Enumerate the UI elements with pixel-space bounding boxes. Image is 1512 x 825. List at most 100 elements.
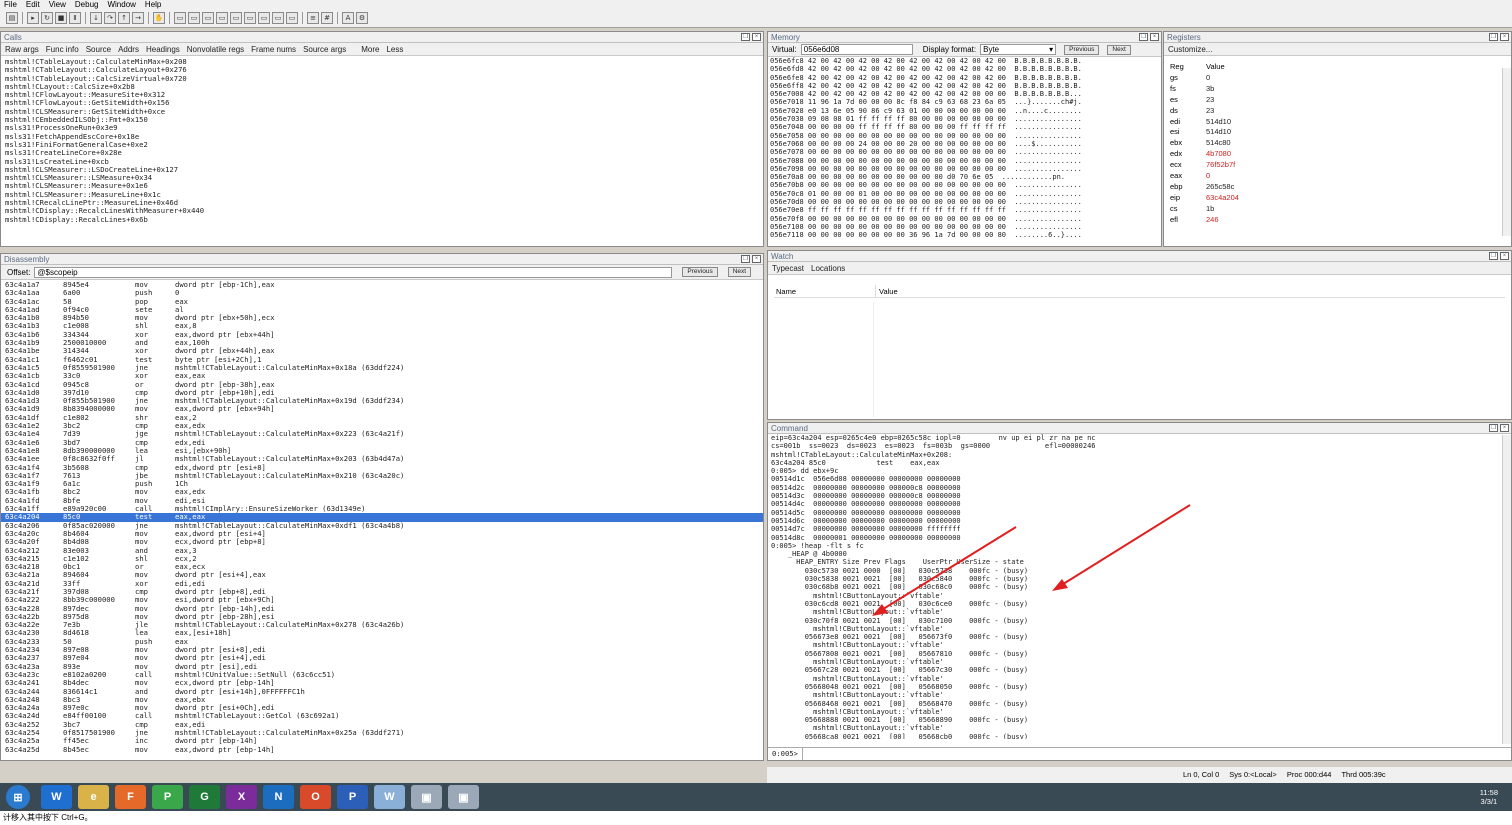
disassembly-row[interactable]: 63c4a24d e84ff00100 call mshtml!CTableLayou…	[1, 712, 763, 721]
disassembly-row[interactable]: 63c4a1cb 33c0 xor eax,eax	[1, 371, 763, 380]
locals-window-icon[interactable]: ▭	[202, 12, 214, 24]
calls-tab-button[interactable]: Source args	[303, 43, 346, 55]
disassembly-row[interactable]: 63c4a228 897dec mov dword ptr [ebp-14h],edi	[1, 604, 763, 613]
taskbar-app-button[interactable]: W	[374, 785, 405, 809]
processes-window-icon[interactable]: ▭	[286, 12, 298, 24]
restore-icon[interactable]: ❐	[741, 33, 750, 41]
register-value[interactable]: 76f52b7f	[1206, 160, 1235, 171]
hand-icon[interactable]: ✋	[153, 12, 165, 24]
taskbar-app-button[interactable]: X	[226, 785, 257, 809]
disassembly-row[interactable]: 63c4a21f 397d08 cmp dword ptr [ebp+8],edi	[1, 587, 763, 596]
restore-icon[interactable]: ❐	[1489, 33, 1498, 41]
display-format-select[interactable]: Byte ▾	[980, 44, 1057, 55]
disassembly-row[interactable]: 63c4a1e6 3bd7 cmp edx,edi	[1, 438, 763, 447]
start-button[interactable]: ⊞	[6, 785, 30, 809]
register-value[interactable]: 514c80	[1206, 138, 1231, 149]
disassembly-row[interactable]: 63c4a1be 314344 xor dword ptr [ebx+44h],eax	[1, 347, 763, 356]
register-value[interactable]: 63c4a204	[1206, 193, 1239, 204]
register-value[interactable]: 23	[1206, 95, 1214, 106]
disassembly-next-button[interactable]: Next	[727, 267, 752, 277]
restore-icon[interactable]: ❐	[1489, 252, 1498, 260]
close-icon[interactable]: ×	[1500, 33, 1509, 41]
disassembly-row[interactable]: 63c4a1b6 334344 xor eax,dword ptr [ebx+44h]	[1, 330, 763, 339]
memory-window-icon[interactable]: ▭	[230, 12, 242, 24]
register-row[interactable]: ecx 76f52b7f	[1170, 160, 1511, 171]
disassembly-row[interactable]: 63c4a233 50 push eax	[1, 637, 763, 646]
disassembly-row[interactable]: 63c4a1fb 8bc2 mov eax,edx	[1, 488, 763, 497]
restart-icon[interactable]: ↻	[41, 12, 53, 24]
disassembly-row[interactable]: 63c4a1d3 0f855b501900 jne mshtml!CTableLayo…	[1, 396, 763, 405]
register-value[interactable]: 3b	[1206, 84, 1214, 95]
call-stack-frame[interactable]: mshtml!CEmbeddedILSObj::Fmt+0x150	[5, 115, 763, 124]
registers-scrollbar[interactable]	[1502, 68, 1511, 236]
register-value[interactable]: 4b7080	[1206, 149, 1231, 160]
hex-mode-icon[interactable]: #	[321, 12, 333, 24]
close-icon[interactable]: ×	[752, 33, 761, 41]
register-row[interactable]: gs 0	[1170, 73, 1511, 84]
taskbar-app-button[interactable]: P	[152, 785, 183, 809]
calls-tab-button[interactable]: Addrs	[118, 43, 139, 55]
restore-icon[interactable]: ❐	[741, 255, 750, 263]
close-icon[interactable]: ×	[752, 255, 761, 263]
disassembly-row[interactable]: 63c4a1e4 7d39 jge mshtml!CTableLayout::Calc…	[1, 430, 763, 439]
customize-button[interactable]: Customize...	[1168, 43, 1212, 55]
disassembly-row[interactable]: 63c4a22e 7e3b jle mshtml!CTableLayout::Calc…	[1, 620, 763, 629]
menu-edit[interactable]: Edit	[26, 0, 40, 9]
watch-window-icon[interactable]: ▭	[188, 12, 200, 24]
taskbar-app-button[interactable]: F	[115, 785, 146, 809]
disassembly-row[interactable]: 63c4a218 0bc1 or eax,ecx	[1, 562, 763, 571]
calls-tab-button[interactable]: Raw args	[5, 43, 39, 55]
disassembly-window-icon[interactable]: ▭	[258, 12, 270, 24]
source-mode-icon[interactable]: ≡	[307, 12, 319, 24]
disassembly-row[interactable]: 63c4a1d9 8b8394000000 mov eax,dword ptr [eb…	[1, 405, 763, 414]
memory-previous-button[interactable]: Previous	[1064, 44, 1100, 55]
disassembly-row[interactable]: 63c4a241 8b4dec mov ecx,dword ptr [ebp-14h]	[1, 678, 763, 687]
calls-tab-button[interactable]: Source	[86, 43, 111, 55]
register-row[interactable]: eip 63c4a204	[1170, 193, 1511, 204]
disassembly-row[interactable]: 63c4a1aa 6a00 push 0	[1, 288, 763, 297]
disassembly-row[interactable]: 63c4a248 8bc3 mov eax,ebx	[1, 695, 763, 704]
typecast-button[interactable]: Typecast	[772, 262, 804, 274]
locations-button[interactable]: Locations	[811, 262, 845, 274]
disassembly-row[interactable]: 63c4a25a ff45ec inc dword ptr [ebp-14h]	[1, 737, 763, 746]
taskbar-app-button[interactable]: O	[300, 785, 331, 809]
calls-tab-button[interactable]: Less	[386, 43, 403, 55]
registers-window-icon[interactable]: ▭	[216, 12, 228, 24]
register-row[interactable]: edx 4b7080	[1170, 149, 1511, 160]
register-row[interactable]: efl 246	[1170, 215, 1511, 226]
disassembly-row[interactable]: 63c4a25d 8b45ec mov eax,dword ptr [ebp-14h]	[1, 745, 763, 754]
register-row[interactable]: eax 0	[1170, 171, 1511, 182]
go-icon[interactable]: ▸	[27, 12, 39, 24]
close-icon[interactable]: ×	[1150, 33, 1159, 41]
disassembly-row[interactable]: 63c4a20f 8b4d08 mov ecx,dword ptr [ebp+8]	[1, 537, 763, 546]
disassembly-row[interactable]: 63c4a1fd 8bfe mov edi,esi	[1, 496, 763, 505]
disassembly-row[interactable]: 63c4a254 0f8517501900 jne mshtml!CTableLayo…	[1, 728, 763, 737]
menu-window[interactable]: Window	[107, 0, 135, 9]
taskbar-app-button[interactable]: N	[263, 785, 294, 809]
disassembly-row[interactable]: 63c4a1b3 c1e008 shl eax,8	[1, 322, 763, 331]
register-row[interactable]: ds 23	[1170, 106, 1511, 117]
register-row[interactable]: cs 1b	[1170, 204, 1511, 215]
memory-next-button[interactable]: Next	[1107, 44, 1131, 55]
taskbar-app-button[interactable]: G	[189, 785, 220, 809]
break-icon[interactable]: Ⅱ	[69, 12, 81, 24]
font-icon[interactable]: A	[342, 12, 354, 24]
disassembly-row[interactable]: 63c4a234 897e08 mov dword ptr [esi+8],edi	[1, 645, 763, 654]
menu-help[interactable]: Help	[145, 0, 161, 9]
disassembly-row[interactable]: 63c4a1b9 2500010000 and eax,100h	[1, 338, 763, 347]
taskbar-app-button[interactable]: ▣	[411, 785, 442, 809]
open-icon[interactable]: ▤	[6, 12, 18, 24]
disassembly-row[interactable]: 63c4a1ad 0f94c0 sete al	[1, 305, 763, 314]
disassembly-row[interactable]: 63c4a1ee 0f8c8632f0ff jl mshtml!CTableLayou…	[1, 454, 763, 463]
register-value[interactable]: 0	[1206, 171, 1210, 182]
disassembly-row[interactable]: 63c4a1f7 7613 jbe mshtml!CTableLayout::Calc…	[1, 471, 763, 480]
register-value[interactable]: 0	[1206, 73, 1210, 84]
register-value[interactable]: 246	[1206, 215, 1219, 226]
disassembly-row[interactable]: 63c4a1b0 894b50 mov dword ptr [ebx+50h],ecx	[1, 313, 763, 322]
disassembly-row[interactable]: 63c4a1cd 0945c8 or dword ptr [ebp-38h],eax	[1, 380, 763, 389]
step-into-icon[interactable]: ↓	[90, 12, 102, 24]
offset-input[interactable]: @$scopeip	[34, 266, 673, 278]
register-row[interactable]: ebp 265c58c	[1170, 182, 1511, 193]
disassembly-row[interactable]: 63c4a20c 8b4604 mov eax,dword ptr [esi+4]	[1, 529, 763, 538]
disassembly-row[interactable]: 63c4a21d 33ff xor edi,edi	[1, 579, 763, 588]
